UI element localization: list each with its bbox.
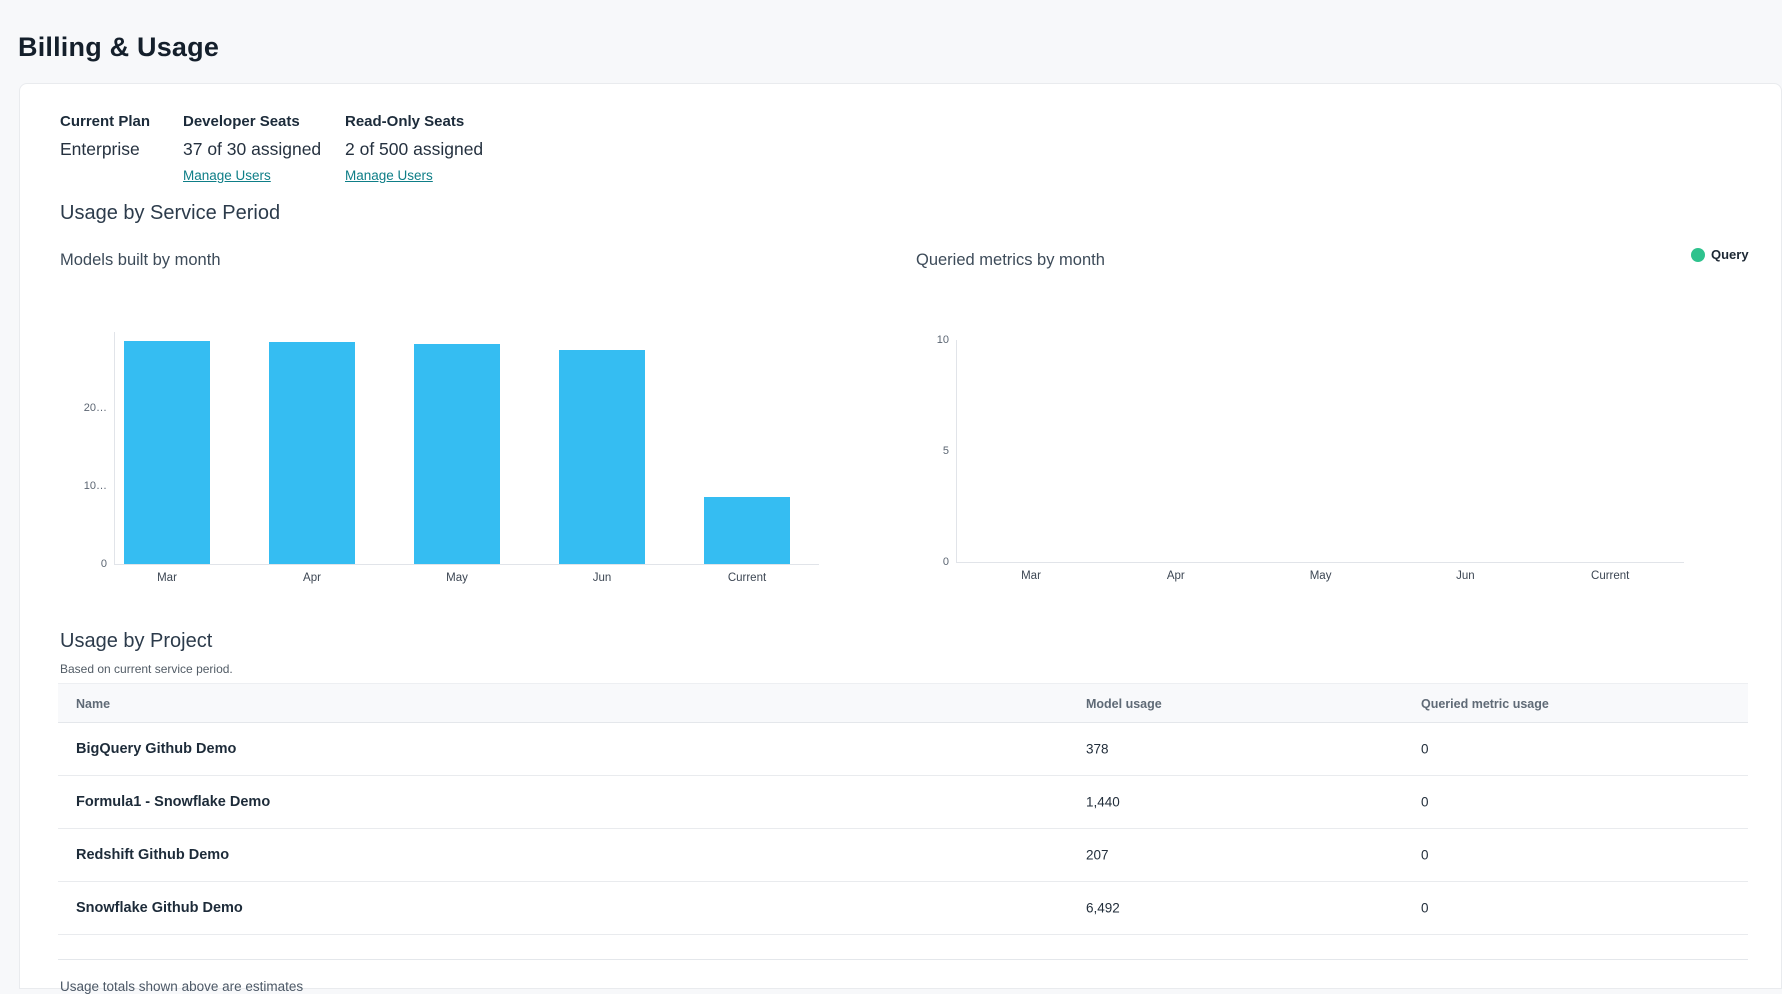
table-row: Redshift Github Demo 207 0 bbox=[58, 829, 1748, 882]
bar-mar bbox=[124, 341, 210, 564]
project-name: BigQuery Github Demo bbox=[76, 741, 236, 757]
queried-metric-usage-value: 0 bbox=[1421, 742, 1429, 757]
usage-by-service-period-heading: Usage by Service Period bbox=[60, 202, 280, 225]
project-name: Snowflake Github Demo bbox=[76, 900, 243, 916]
column-header-model-usage: Model usage bbox=[1086, 697, 1162, 711]
query-legend-label: Query bbox=[1711, 247, 1749, 262]
bar-jun bbox=[559, 350, 645, 564]
table-end-divider bbox=[58, 959, 1748, 960]
readonly-seats-block: Read-Only Seats 2 of 500 assigned Manage… bbox=[345, 113, 483, 185]
y-axis-tick-label: 5 bbox=[943, 445, 949, 457]
readonly-seats-value: 2 of 500 assigned bbox=[345, 139, 483, 160]
model-usage-value: 378 bbox=[1086, 742, 1109, 757]
developer-seats-value: 37 of 30 assigned bbox=[183, 139, 321, 160]
y-axis-tick-label: 10 bbox=[937, 334, 949, 346]
queried-metric-usage-value: 0 bbox=[1421, 848, 1429, 863]
usage-by-project-heading: Usage by Project bbox=[60, 630, 212, 653]
x-axis-tick-label: Current bbox=[728, 572, 766, 584]
usage-by-project-subtitle: Based on current service period. bbox=[60, 662, 233, 676]
table-row: BigQuery Github Demo 378 0 bbox=[58, 723, 1748, 776]
x-axis-tick-label: Apr bbox=[1167, 570, 1185, 582]
y-axis-tick-label: 10… bbox=[84, 480, 107, 492]
developer-seats-block: Developer Seats 37 of 30 assigned Manage… bbox=[183, 113, 321, 185]
project-name: Formula1 - Snowflake Demo bbox=[76, 794, 270, 810]
usage-by-project-table: Name Model usage Queried metric usage Bi… bbox=[58, 683, 1748, 935]
queried-metrics-chart: 0510MarAprMayJunCurrent bbox=[956, 340, 1684, 563]
table-row: Snowflake Github Demo 6,492 0 bbox=[58, 882, 1748, 935]
developer-seats-label: Developer Seats bbox=[183, 113, 321, 130]
manage-developer-users-link[interactable]: Manage Users bbox=[183, 168, 271, 183]
bar-apr bbox=[269, 342, 355, 564]
table-row: Formula1 - Snowflake Demo 1,440 0 bbox=[58, 776, 1748, 829]
y-axis-tick-label: 0 bbox=[943, 556, 949, 568]
x-axis-tick-label: May bbox=[446, 572, 468, 584]
queried-metric-usage-value: 0 bbox=[1421, 795, 1429, 810]
model-usage-value: 207 bbox=[1086, 848, 1109, 863]
project-name: Redshift Github Demo bbox=[76, 847, 229, 863]
x-axis-tick-label: Mar bbox=[157, 572, 177, 584]
billing-card: Current Plan Enterprise Developer Seats … bbox=[19, 83, 1782, 989]
current-plan-block: Current Plan Enterprise bbox=[60, 113, 150, 160]
readonly-seats-label: Read-Only Seats bbox=[345, 113, 483, 130]
y-axis-tick-label: 0 bbox=[101, 558, 107, 570]
page-title: Billing & Usage bbox=[18, 32, 219, 63]
models-built-chart-title: Models built by month bbox=[60, 251, 221, 270]
column-header-name: Name bbox=[76, 697, 110, 711]
queried-metric-usage-value: 0 bbox=[1421, 901, 1429, 916]
queried-metrics-chart-title: Queried metrics by month bbox=[916, 251, 1105, 270]
bar-may bbox=[414, 344, 500, 564]
current-plan-label: Current Plan bbox=[60, 113, 150, 130]
y-axis-tick-label: 20… bbox=[84, 402, 107, 414]
model-usage-value: 1,440 bbox=[1086, 795, 1120, 810]
table-header-row: Name Model usage Queried metric usage bbox=[58, 683, 1748, 723]
models-built-chart: 010…20…MarAprMayJunCurrent bbox=[114, 332, 819, 565]
table-body: BigQuery Github Demo 378 0 Formula1 - Sn… bbox=[58, 723, 1748, 935]
x-axis-tick-label: May bbox=[1310, 570, 1332, 582]
usage-estimates-note: Usage totals shown above are estimates bbox=[60, 979, 303, 994]
chart-legend-query[interactable]: Query bbox=[1691, 247, 1749, 262]
x-axis-tick-label: Apr bbox=[303, 572, 321, 584]
manage-readonly-users-link[interactable]: Manage Users bbox=[345, 168, 433, 183]
model-usage-value: 6,492 bbox=[1086, 901, 1120, 916]
x-axis-tick-label: Jun bbox=[593, 572, 612, 584]
x-axis-tick-label: Current bbox=[1591, 570, 1629, 582]
current-plan-value: Enterprise bbox=[60, 139, 150, 160]
column-header-queried-metric-usage: Queried metric usage bbox=[1421, 697, 1549, 711]
x-axis-tick-label: Jun bbox=[1456, 570, 1475, 582]
x-axis-tick-label: Mar bbox=[1021, 570, 1041, 582]
query-legend-dot-icon bbox=[1691, 248, 1705, 262]
bar-current bbox=[704, 497, 790, 564]
